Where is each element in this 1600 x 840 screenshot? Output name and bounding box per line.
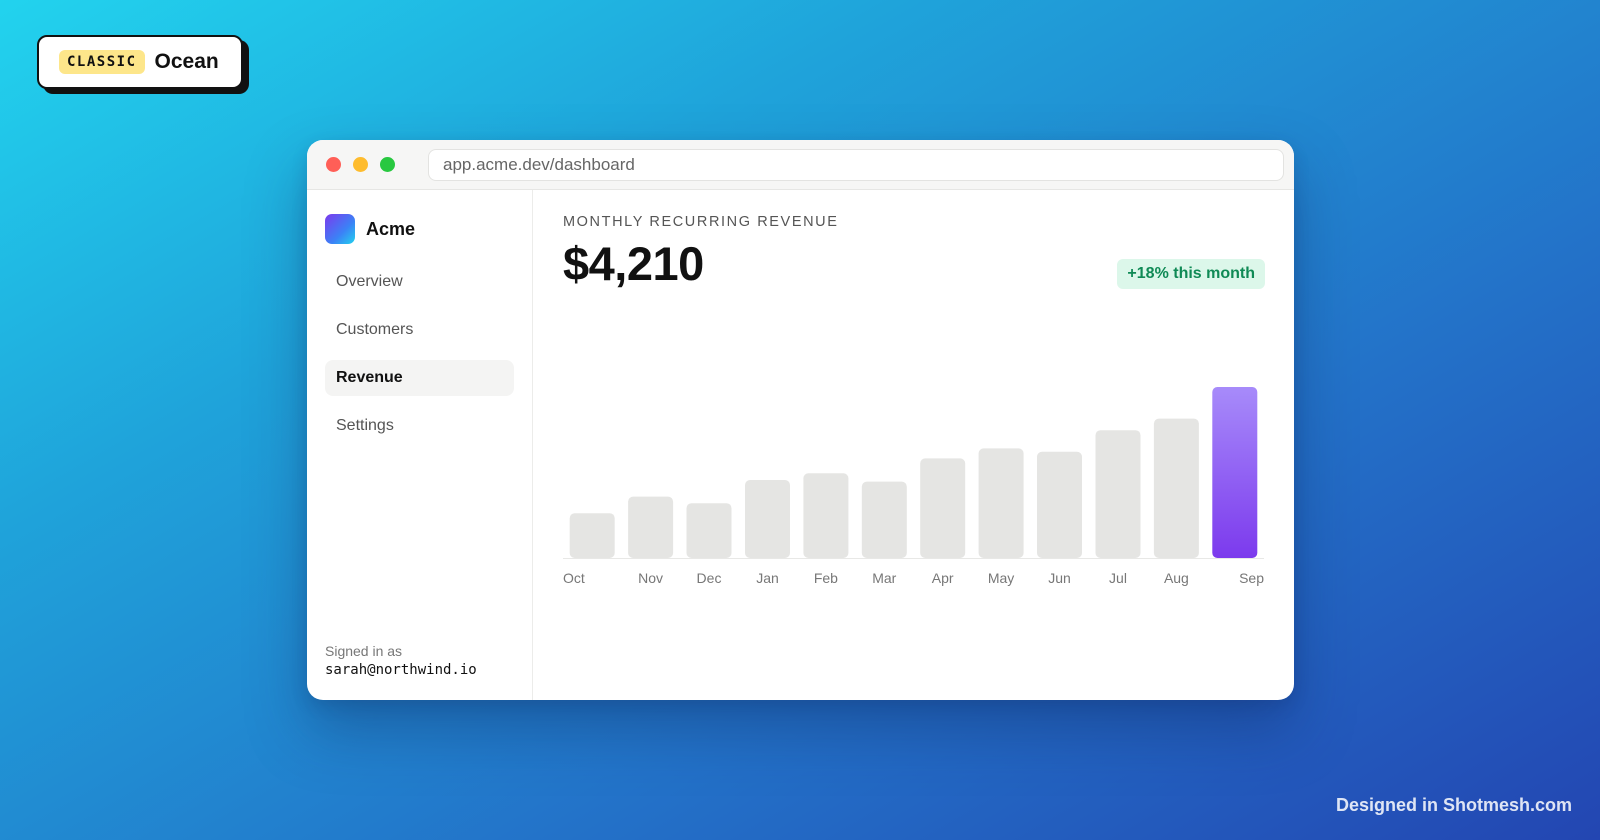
sidebar-item-overview[interactable]: Overview	[325, 264, 514, 300]
close-icon[interactable]	[326, 157, 341, 172]
theme-name: Ocean	[154, 50, 219, 73]
browser-window: app.acme.dev/dashboard Acme Overview Cus…	[307, 140, 1294, 700]
footer-credit: Designed in Shotmesh.com	[1335, 795, 1572, 815]
chart-bar-mar[interactable]	[861, 481, 907, 558]
sidebar: Acme Overview Customers Revenue Settings…	[307, 190, 533, 700]
sidebar-item-label: Revenue	[336, 369, 403, 386]
chart-bar-nov[interactable]	[628, 496, 674, 558]
revenue-chart-svg: Oct Nov Dec Jan Feb Mar Apr May Jun Jul Aug Sep	[563, 387, 1264, 586]
chart-tick-label: Dec	[697, 570, 722, 586]
chart-tick-label: Nov	[638, 570, 663, 586]
zoom-icon[interactable]	[380, 157, 395, 172]
title-bar: app.acme.dev/dashboard	[307, 140, 1294, 190]
chart-tick-label: Jun	[1048, 570, 1071, 586]
chart-bar-jan[interactable]	[745, 480, 790, 558]
chart-bar-sep[interactable]	[1212, 387, 1258, 558]
acme-logo-icon	[325, 214, 355, 244]
sidebar-item-customers[interactable]: Customers	[325, 312, 514, 348]
url-bar[interactable]: app.acme.dev/dashboard	[428, 148, 1284, 181]
kpi-label: MONTHLY RECURRING REVENUE	[563, 214, 839, 230]
theme-badge: CLASSIC	[59, 50, 145, 74]
sidebar-item-label: Customers	[336, 321, 414, 338]
chart-bar-dec[interactable]	[686, 503, 732, 558]
chart-bar-may[interactable]	[978, 448, 1024, 558]
chart-tick-label: Feb	[814, 570, 838, 586]
app-body: Acme Overview Customers Revenue Settings…	[307, 190, 1294, 700]
chart-tick-label: Mar	[872, 570, 896, 586]
chart-bar-jul[interactable]	[1095, 430, 1141, 558]
signed-in-label: Signed in as	[325, 643, 403, 659]
chart-bar-aug[interactable]	[1153, 418, 1199, 558]
chart-tick-label: May	[988, 570, 1014, 586]
chart-tick-label: Oct	[563, 570, 585, 586]
chart-tick-label: Aug	[1164, 570, 1189, 586]
sidebar-item-label: Overview	[336, 273, 403, 290]
chart-bar-feb[interactable]	[803, 473, 849, 558]
revenue-chart: Oct Nov Dec Jan Feb Mar Apr May Jun Jul Aug Sep	[563, 380, 1264, 590]
signed-in-email: sarah@northwind.io	[325, 662, 477, 678]
sidebar-item-label: Settings	[336, 417, 394, 434]
delta-badge: +18% this month	[1117, 259, 1265, 289]
chart-tick-label: Jul	[1109, 570, 1127, 586]
chart-tick-label: Sep	[1239, 570, 1264, 586]
sidebar-item-revenue[interactable]: Revenue	[325, 360, 514, 396]
chart-bar-jun[interactable]	[1037, 451, 1082, 558]
chart-bar-oct[interactable]	[569, 513, 615, 558]
minimize-icon[interactable]	[353, 157, 368, 172]
sidebar-item-settings[interactable]: Settings	[325, 408, 514, 444]
brand[interactable]: Acme	[325, 214, 514, 244]
chart-tick-label: Jan	[756, 570, 779, 586]
signed-in-info: Signed in as sarah@northwind.io	[325, 643, 477, 678]
chart-bar-apr[interactable]	[920, 458, 966, 558]
chart-tick-label: Apr	[932, 570, 954, 586]
main-content: MONTHLY RECURRING REVENUE $4,210 +18% th…	[533, 190, 1294, 700]
brand-name: Acme	[366, 218, 416, 239]
theme-tag: CLASSIC Ocean	[37, 35, 243, 89]
